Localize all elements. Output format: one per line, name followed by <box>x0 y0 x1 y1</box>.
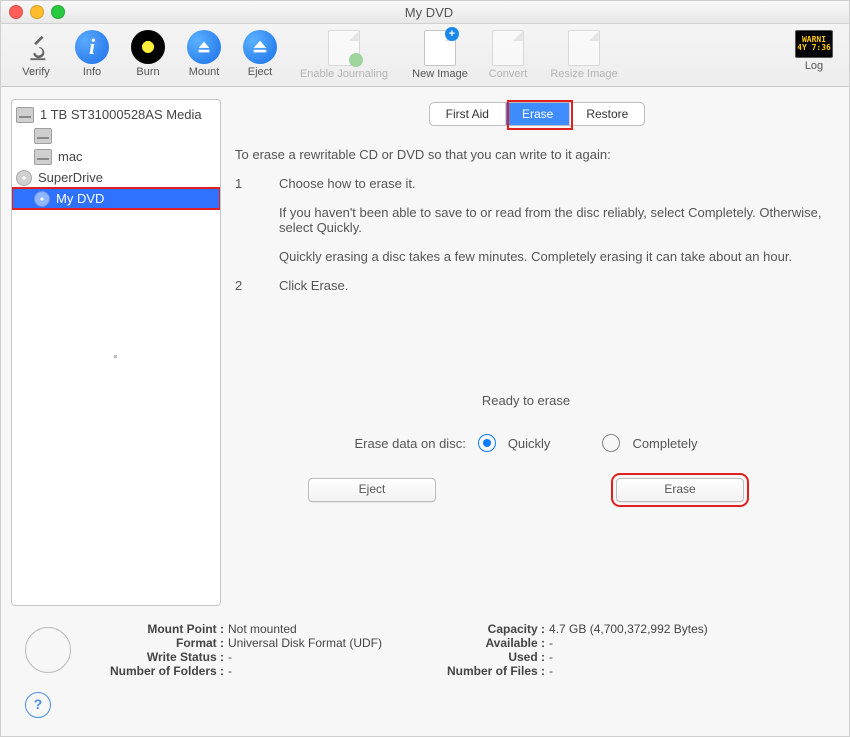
tree-label: mac <box>58 149 83 164</box>
capacity-v: 4.7 GB (4,700,372,992 Bytes) <box>549 622 708 636</box>
enable-journaling-label: Enable Journaling <box>300 68 388 80</box>
tree-label: 1 TB ST31000528AS Media <box>40 107 202 122</box>
mount-point-k: Mount Point : <box>89 622 224 636</box>
log-label: Log <box>805 60 823 72</box>
toolbar: Verify i Info Burn Mount Eject Enable Jo… <box>1 24 849 87</box>
mount-icon <box>187 30 221 64</box>
ready-text: Ready to erase <box>482 393 570 408</box>
log-icon: WARNI4Y 7:36 <box>795 30 833 58</box>
disc-large-icon <box>25 627 71 673</box>
hdd-icon <box>34 149 52 165</box>
content: To erase a rewritable CD or DVD so that … <box>235 127 839 606</box>
format-v: Universal Disk Format (UDF) <box>228 636 382 650</box>
disc-icon <box>34 191 50 207</box>
step-sub: If you haven't been able to save to or r… <box>279 205 827 235</box>
step-text: Choose how to erase it. <box>279 176 416 191</box>
body: 1 TB ST31000528AS Media mac SuperDrive <box>1 87 849 736</box>
used-v: - <box>549 650 708 664</box>
step-num: 1 <box>235 176 255 191</box>
log-button[interactable]: WARNI4Y 7:36 Log <box>789 28 839 72</box>
tab-bar: First Aid Erase Restore <box>235 99 839 127</box>
num-folders-v: - <box>228 664 382 678</box>
tab-erase[interactable]: Erase <box>506 103 570 125</box>
new-image-label: New Image <box>412 68 468 80</box>
verify-button[interactable]: Verify <box>11 28 61 78</box>
step-text: Click Erase. <box>279 278 348 293</box>
resize-image-button: Resize Image <box>539 28 629 80</box>
tree-row-superdrive[interactable]: SuperDrive <box>12 167 220 188</box>
device-sidebar: 1 TB ST31000528AS Media mac SuperDrive <box>11 99 221 606</box>
num-files-v: - <box>549 664 708 678</box>
disc-icon <box>16 170 32 186</box>
radio-completely[interactable] <box>602 434 620 452</box>
tree-label: My DVD <box>56 191 104 206</box>
footer: Mount Point : Not mounted Format : Univers… <box>11 616 839 682</box>
completely-label: Completely <box>632 436 697 451</box>
erase-options: Erase data on disc: Quickly Completely <box>355 434 698 452</box>
convert-label: Convert <box>489 68 528 80</box>
tab-first-aid[interactable]: First Aid <box>430 103 506 125</box>
split-handle-icon[interactable]: • <box>113 348 119 364</box>
available-k: Available : <box>410 636 545 650</box>
burn-icon <box>131 30 165 64</box>
tree-row-volume[interactable] <box>12 125 220 146</box>
quickly-label: Quickly <box>508 436 551 451</box>
new-image-icon: + <box>424 30 456 66</box>
tree-label: SuperDrive <box>38 170 103 185</box>
mount-label: Mount <box>189 66 220 78</box>
capacity-k: Capacity : <box>410 622 545 636</box>
erase-button[interactable]: Erase <box>616 478 744 502</box>
mount-point-v: Not mounted <box>228 622 382 636</box>
info-columns: Mount Point : Not mounted Format : Univers… <box>89 622 708 678</box>
step-sub: Quickly erasing a disc takes a few minut… <box>279 249 827 264</box>
eject-button[interactable]: Eject <box>235 28 285 78</box>
resize-image-icon <box>568 30 600 66</box>
journal-icon <box>328 30 360 66</box>
erase-block: Ready to erase Erase data on disc: Quick… <box>235 393 827 502</box>
titlebar: My DVD <box>1 1 849 24</box>
burn-button[interactable]: Burn <box>123 28 173 78</box>
panes: 1 TB ST31000528AS Media mac SuperDrive <box>11 99 839 606</box>
resize-image-label: Resize Image <box>550 68 617 80</box>
info-icon: i <box>75 30 109 64</box>
num-files-k: Number of Files : <box>410 664 545 678</box>
erase-on-disc-label: Erase data on disc: <box>355 436 466 451</box>
used-k: Used : <box>410 650 545 664</box>
format-k: Format : <box>89 636 224 650</box>
write-status-v: - <box>228 650 382 664</box>
tree-row-volume-mac[interactable]: mac <box>12 146 220 167</box>
verify-label: Verify <box>22 66 50 78</box>
help-button[interactable]: ? <box>25 692 51 718</box>
convert-button: Convert <box>483 28 533 80</box>
intro-text: To erase a rewritable CD or DVD so that … <box>235 147 827 162</box>
main-pane: First Aid Erase Restore To erase a rewri… <box>235 99 839 606</box>
hdd-icon <box>16 107 34 123</box>
step-num: 2 <box>235 278 255 293</box>
tab-restore[interactable]: Restore <box>570 103 644 125</box>
info-label: Info <box>83 66 101 78</box>
eject-disc-button[interactable]: Eject <box>308 478 436 502</box>
tree-row-disk[interactable]: 1 TB ST31000528AS Media <box>12 104 220 125</box>
enable-journaling-button: Enable Journaling <box>291 28 397 80</box>
new-image-button[interactable]: + New Image <box>403 28 477 80</box>
available-v: - <box>549 636 708 650</box>
hdd-icon <box>34 128 52 144</box>
write-status-k: Write Status : <box>89 650 224 664</box>
convert-icon <box>492 30 524 66</box>
mount-button[interactable]: Mount <box>179 28 229 78</box>
tree-row-my-dvd[interactable]: My DVD <box>12 188 220 209</box>
eject-label: Eject <box>248 66 272 78</box>
burn-label: Burn <box>136 66 159 78</box>
num-folders-k: Number of Folders : <box>89 664 224 678</box>
microscope-icon <box>19 30 53 64</box>
info-button[interactable]: i Info <box>67 28 117 78</box>
window-title: My DVD <box>17 5 841 20</box>
window: My DVD Verify i Info Burn Mount E <box>0 0 850 737</box>
radio-quickly[interactable] <box>478 434 496 452</box>
eject-icon <box>243 30 277 64</box>
